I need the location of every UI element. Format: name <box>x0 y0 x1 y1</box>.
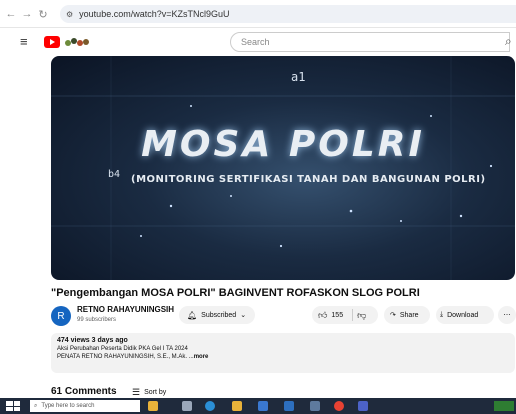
video-overlay-title: MOSA POLRI <box>141 124 425 165</box>
back-icon[interactable]: ← <box>4 7 18 21</box>
search-icon[interactable]: ⌕ <box>505 34 512 49</box>
sort-by-button[interactable]: ☰ Sort by <box>132 387 166 398</box>
description-line-2: PENATA RETNO RAHAYUNINGSIH, S.E., M.Ak. … <box>57 354 509 360</box>
like-divider <box>352 309 353 321</box>
more-actions-button[interactable]: ⋯ <box>498 306 516 324</box>
youtube-logo-icon[interactable] <box>44 36 60 48</box>
description-box[interactable]: 474 views 3 days ago Aksi Perubahan Pese… <box>51 333 515 373</box>
subscriber-count: 99 subscribers <box>77 317 117 323</box>
search-input[interactable]: Search <box>230 32 510 52</box>
download-icon: ⤓ <box>440 311 444 318</box>
forward-icon[interactable]: → <box>20 7 34 21</box>
download-label: Download <box>447 311 479 319</box>
subscribed-button[interactable]: 🔔︎ Subscribed ⌄ <box>179 306 255 324</box>
description-line-1: Aksi Perubahan Peserta Didik PKA Gel I T… <box>57 346 188 352</box>
taskbar-tray-icon[interactable] <box>494 401 514 411</box>
taskbar-widget-icon[interactable] <box>148 401 158 411</box>
site-settings-icon[interactable]: ⚙ <box>66 10 73 19</box>
more-link[interactable]: more <box>194 354 209 360</box>
sort-icon: ☰ <box>132 387 141 397</box>
taskbar-search-icon: ⌕ <box>34 402 38 409</box>
more-icon: ⋯ <box>503 312 511 319</box>
photos-icon[interactable] <box>310 401 320 411</box>
video-label-a1: a1 <box>291 70 306 84</box>
view-date-meta: 474 views 3 days ago <box>57 337 128 344</box>
download-button[interactable]: ⤓ Download <box>436 306 494 324</box>
task-view-icon[interactable] <box>182 401 192 411</box>
thumbs-down-icon[interactable]: 👎︎ <box>357 310 366 321</box>
share-icon: ↷ <box>390 312 396 319</box>
video-title: "Pengembangan MOSA POLRI" BAGINVENT ROFA… <box>51 287 420 299</box>
reload-icon[interactable]: ↻ <box>36 7 50 21</box>
url-text: youtube.com/watch?v=KZsTNcl9GuU <box>79 9 230 19</box>
taskbar-search-placeholder: Type here to search <box>41 403 95 409</box>
store-icon[interactable] <box>258 401 268 411</box>
share-button[interactable]: ↷ Share <box>384 306 430 324</box>
sort-label: Sort by <box>144 389 167 396</box>
channel-name[interactable]: RETNO RAHAYUNINGSIH <box>77 305 174 314</box>
description-line-2-text: PENATA RETNO RAHAYUNINGSIH, S.E., M.Ak. … <box>57 354 194 360</box>
edge-icon[interactable] <box>205 401 215 411</box>
like-button[interactable]: 👍︎ 155 👎︎ <box>312 306 378 324</box>
teams-icon[interactable] <box>358 401 368 411</box>
address-bar[interactable]: ⚙ youtube.com/watch?v=KZsTNcl9GuU <box>60 5 516 23</box>
mail-icon[interactable] <box>284 401 294 411</box>
search-placeholder: Search <box>241 37 270 47</box>
taskbar-search-input[interactable]: ⌕ Type here to search <box>30 400 140 412</box>
doodle-logo-icon[interactable] <box>64 36 90 48</box>
chrome-icon[interactable] <box>334 401 344 411</box>
browser-toolbar: ← → ↻ ⚙ youtube.com/watch?v=KZsTNcl9GuU <box>0 0 516 28</box>
bell-icon: 🔔︎ <box>187 310 198 320</box>
chevron-down-icon: ⌄ <box>240 312 247 319</box>
menu-icon[interactable]: ≡ <box>20 34 28 49</box>
thumbs-up-icon: 👍︎ <box>318 309 328 320</box>
video-player[interactable]: a1 MOSA POLRI b4 (MONITORING SERTIFIKASI… <box>51 56 515 280</box>
comments-count: 61 Comments <box>51 386 117 397</box>
video-label-b4: b4 <box>108 169 121 180</box>
share-label: Share <box>399 311 419 319</box>
subscribed-label: Subscribed <box>201 311 237 319</box>
like-count: 155 <box>331 311 344 319</box>
avatar[interactable]: R <box>51 306 71 326</box>
video-overlay-subtitle: (MONITORING SERTIFIKASI TANAH DAN BANGUN… <box>131 174 486 185</box>
file-explorer-icon[interactable] <box>232 401 242 411</box>
video-graphics <box>51 56 515 280</box>
windows-start-icon[interactable] <box>6 401 20 411</box>
